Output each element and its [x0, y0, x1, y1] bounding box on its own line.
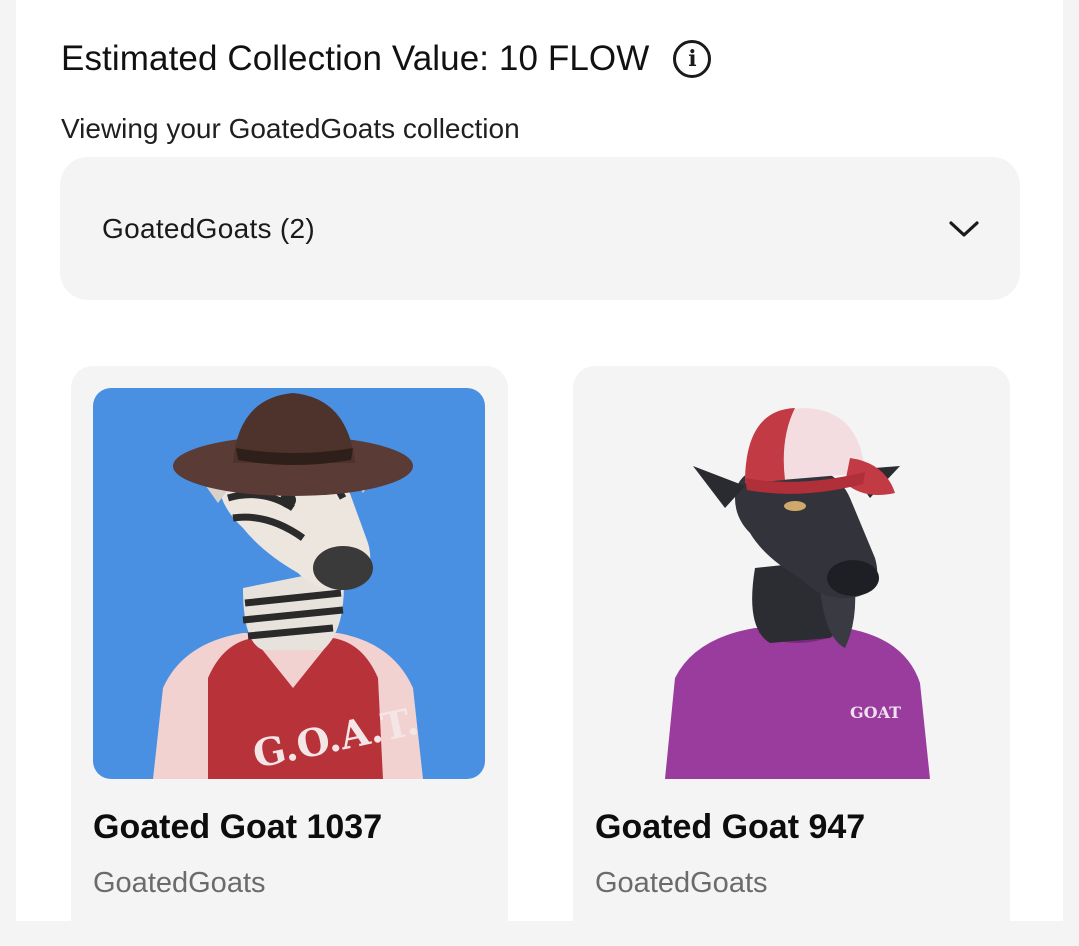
chevron-down-icon	[948, 219, 980, 239]
nft-card[interactable]: G.O.A.T. Goated Goat 1037 GoatedGoats	[71, 366, 508, 946]
nft-name: Goated Goat 947	[595, 808, 866, 846]
black-goat-illustration: GOAT	[595, 388, 987, 779]
nft-collection: GoatedGoats	[595, 867, 768, 899]
info-icon[interactable]: i	[673, 40, 712, 78]
nft-image: GOAT	[595, 388, 987, 779]
nft-name: Goated Goat 1037	[93, 808, 383, 846]
viewing-collection-label: Viewing your GoatedGoats collection	[61, 113, 520, 144]
collection-panel: Estimated Collection Value: 10 FLOW i Vi…	[16, 0, 1063, 946]
nft-collection: GoatedGoats	[93, 867, 266, 899]
nft-card[interactable]: GOAT Goated Goat 947 GoatedGoats	[573, 366, 1010, 946]
collection-select[interactable]: GoatedGoats (2)	[60, 157, 1020, 300]
collection-select-value: GoatedGoats (2)	[102, 212, 316, 244]
zebra-goat-illustration: G.O.A.T.	[93, 388, 485, 779]
nft-image: G.O.A.T.	[93, 388, 485, 779]
collection-value-title: Estimated Collection Value: 10 FLOW	[61, 39, 650, 78]
svg-text:GOAT: GOAT	[850, 703, 901, 722]
collection-value-row: Estimated Collection Value: 10 FLOW i	[61, 34, 712, 84]
